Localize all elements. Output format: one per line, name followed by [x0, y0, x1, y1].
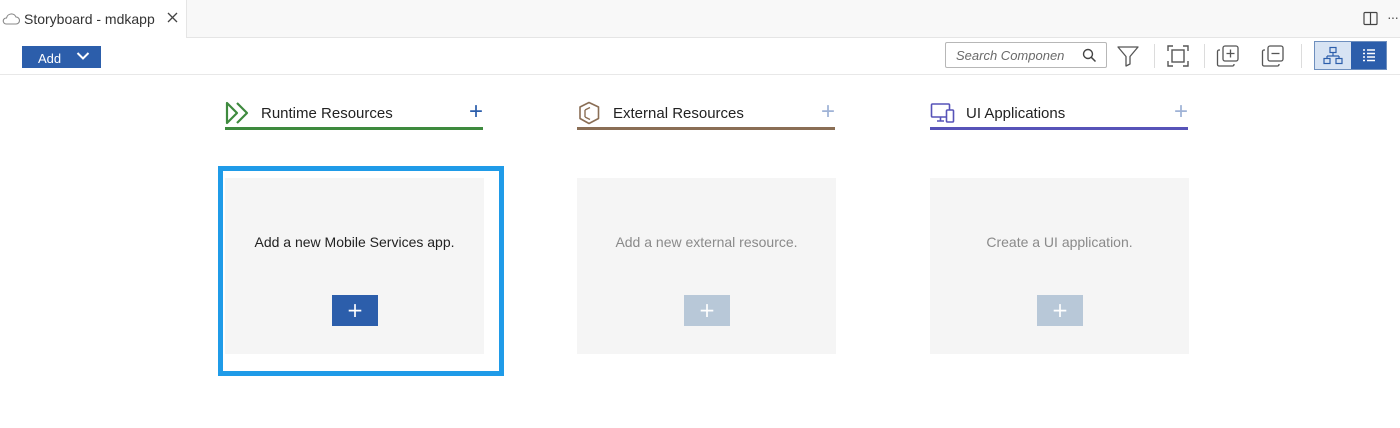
- ui-applications-title: UI Applications: [966, 105, 1066, 122]
- search-icon[interactable]: [1082, 48, 1097, 63]
- create-ui-application-button[interactable]: +: [1037, 295, 1083, 326]
- add-external-resource-button[interactable]: +: [684, 295, 730, 326]
- filter-icon[interactable]: [1115, 43, 1141, 69]
- external-resources-card-text: Add a new external resource.: [615, 234, 798, 250]
- close-icon[interactable]: [166, 11, 179, 24]
- more-actions-icon[interactable]: ···: [1387, 9, 1399, 25]
- cloud-icon: [2, 13, 20, 25]
- ui-applications-underline: [930, 127, 1188, 130]
- storyboard-toolbar: Add Search Componen: [0, 38, 1400, 75]
- search-input[interactable]: Search Componen: [945, 42, 1107, 68]
- runtime-resources-icon: [225, 101, 249, 125]
- external-resources-title: External Resources: [613, 105, 744, 122]
- runtime-resources-header: Runtime Resources +: [225, 97, 485, 131]
- split-editor-icon[interactable]: [1363, 11, 1378, 26]
- chevron-down-icon: [76, 52, 90, 60]
- hierarchy-view-button[interactable]: [1315, 42, 1351, 69]
- toolbar-divider: [1204, 44, 1205, 68]
- search-placeholder: Search Componen: [956, 48, 1065, 63]
- editor-tab-bar: Storyboard - mdkapp ···: [0, 0, 1400, 38]
- add-button[interactable]: Add: [22, 46, 101, 68]
- ui-applications-card-text: Create a UI application.: [986, 234, 1133, 250]
- focus-highlight: [218, 166, 504, 376]
- external-resources-icon: [579, 101, 600, 125]
- add-ui-application-icon[interactable]: +: [1172, 98, 1190, 126]
- hierarchy-view-icon: [1323, 46, 1343, 65]
- tab-storyboard[interactable]: Storyboard - mdkapp: [0, 0, 187, 38]
- add-external-resource-icon[interactable]: +: [819, 98, 837, 126]
- toolbar-divider: [1154, 44, 1155, 68]
- external-resources-underline: [577, 127, 835, 130]
- toolbar-divider: [1301, 44, 1302, 68]
- list-view-button[interactable]: [1351, 42, 1386, 69]
- add-button-label: Add: [38, 51, 62, 66]
- ui-applications-header: UI Applications +: [930, 97, 1190, 131]
- ui-applications-card: Create a UI application. +: [930, 178, 1189, 354]
- runtime-resources-title: Runtime Resources: [261, 105, 393, 122]
- collapse-all-icon[interactable]: [1260, 43, 1286, 69]
- view-mode-toggle: [1314, 41, 1387, 70]
- external-resources-header: External Resources +: [577, 97, 837, 131]
- fit-to-screen-icon[interactable]: [1165, 43, 1191, 69]
- runtime-resources-underline: [225, 127, 483, 130]
- tab-title: Storyboard - mdkapp: [24, 11, 155, 27]
- list-view-icon: [1363, 49, 1375, 62]
- ui-applications-icon: [930, 103, 955, 123]
- expand-all-icon[interactable]: [1215, 43, 1241, 69]
- external-resources-card: Add a new external resource. +: [577, 178, 836, 354]
- add-runtime-resource-icon[interactable]: +: [467, 98, 485, 126]
